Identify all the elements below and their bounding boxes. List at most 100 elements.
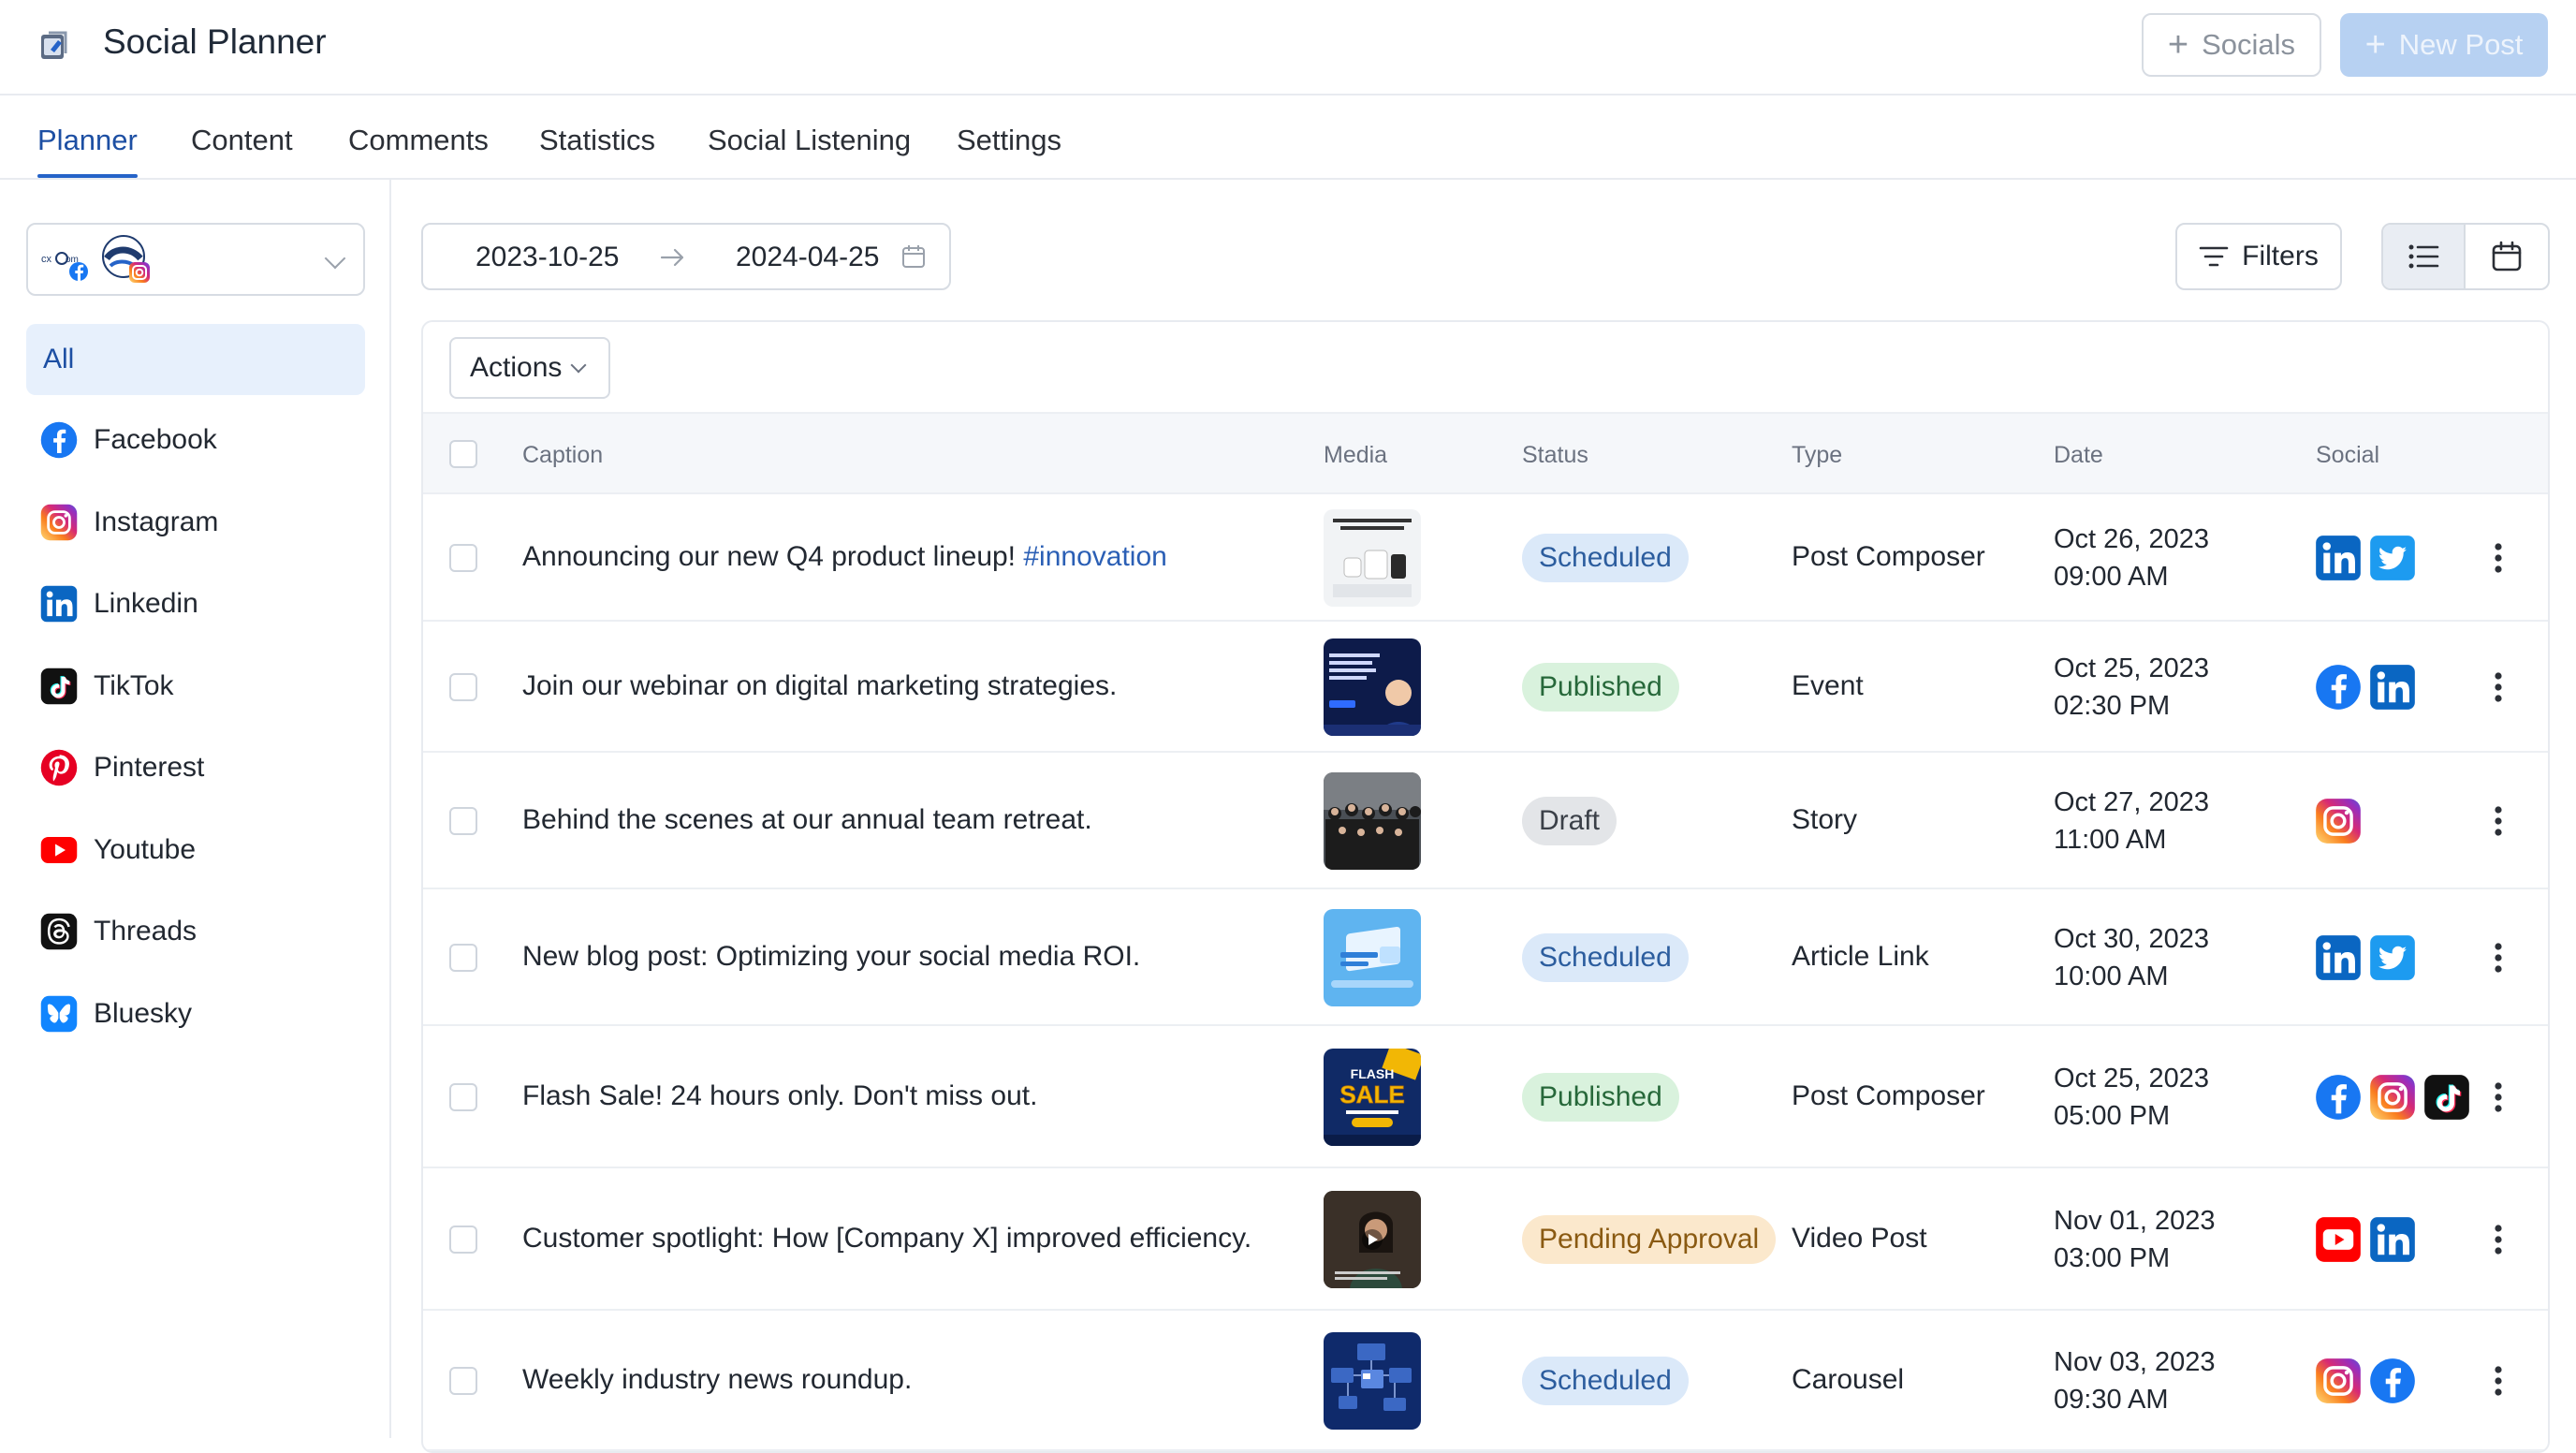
status-badge: Scheduled xyxy=(1522,1357,1689,1405)
linkedin-icon[interactable] xyxy=(2368,663,2417,712)
sidebar: cx om All Facebook Instagram Linkedin Ti… xyxy=(0,180,391,1438)
post-date-time: 02:30 PM xyxy=(2054,691,2171,721)
media-thumbnail-image xyxy=(1324,509,1421,607)
twitter-icon[interactable] xyxy=(2368,933,2417,982)
table-row[interactable]: Customer spotlight: How [Company X] impr… xyxy=(423,1168,2548,1311)
more-options-icon[interactable] xyxy=(2494,805,2503,837)
status-badge: Draft xyxy=(1522,797,1617,845)
tab-settings[interactable]: Settings xyxy=(957,124,1061,178)
column-header-type[interactable]: Type xyxy=(1792,442,1842,469)
youtube-icon[interactable] xyxy=(2314,1215,2363,1264)
social-channel-icons xyxy=(2314,663,2417,712)
sidebar-item-youtube[interactable]: Youtube xyxy=(26,815,365,886)
media-thumbnail[interactable] xyxy=(1324,772,1421,870)
select-all-checkbox[interactable] xyxy=(449,440,477,468)
linkedin-icon[interactable] xyxy=(2314,933,2363,982)
row-checkbox[interactable] xyxy=(449,1367,477,1395)
post-caption[interactable]: Customer spotlight: How [Company X] impr… xyxy=(522,1223,1251,1255)
more-options-icon[interactable] xyxy=(2494,542,2503,574)
row-checkbox[interactable] xyxy=(449,1226,477,1254)
table-row[interactable]: Flash Sale! 24 hours only. Don't miss ou… xyxy=(423,1026,2548,1168)
add-socials-button[interactable]: + Socials xyxy=(2142,13,2321,77)
row-checkbox[interactable] xyxy=(449,673,477,701)
media-thumbnail[interactable] xyxy=(1324,509,1421,607)
app-title: Social Planner xyxy=(103,22,327,61)
post-caption[interactable]: Flash Sale! 24 hours only. Don't miss ou… xyxy=(522,1080,1037,1112)
column-header-date[interactable]: Date xyxy=(2054,442,2103,469)
account-selector-dropdown[interactable]: cx om xyxy=(26,223,365,296)
post-date: Oct 25, 2023 02:30 PM xyxy=(2054,650,2209,725)
tab-statistics[interactable]: Statistics xyxy=(539,124,655,178)
more-options-icon[interactable] xyxy=(2494,1081,2503,1113)
plus-icon: + xyxy=(2167,25,2189,65)
sidebar-item-instagram[interactable]: Instagram xyxy=(26,487,365,558)
actions-dropdown-button[interactable]: Actions xyxy=(449,337,610,399)
table-row[interactable]: New blog post: Optimizing your social me… xyxy=(423,889,2548,1026)
instagram-icon[interactable] xyxy=(2314,797,2363,845)
calendar-view-button[interactable] xyxy=(2466,225,2548,288)
more-options-icon[interactable] xyxy=(2494,942,2503,974)
row-checkbox[interactable] xyxy=(449,944,477,972)
more-options-icon[interactable] xyxy=(2494,1365,2503,1397)
post-caption[interactable]: Weekly industry news roundup. xyxy=(522,1364,912,1396)
posts-table-card: Actions Caption Media Status Type Date S… xyxy=(421,320,2550,1453)
list-view-button[interactable] xyxy=(2383,225,2466,288)
post-caption[interactable]: Join our webinar on digital marketing st… xyxy=(522,670,1117,702)
tab-content[interactable]: Content xyxy=(191,124,293,178)
table-row[interactable]: Announcing our new Q4 product lineup! #i… xyxy=(423,494,2548,622)
more-options-icon[interactable] xyxy=(2494,671,2503,703)
sidebar-item-tiktok[interactable]: TikTok xyxy=(26,651,365,722)
sidebar-item-facebook[interactable]: Facebook xyxy=(26,404,365,476)
facebook-icon[interactable] xyxy=(2314,663,2363,712)
row-checkbox[interactable] xyxy=(449,807,477,835)
date-start-value[interactable]: 2023-10-25 xyxy=(476,242,619,273)
calendar-icon xyxy=(902,245,925,268)
caption-hashtag[interactable]: #innovation xyxy=(1023,541,1166,572)
tiktok-icon[interactable] xyxy=(2422,1073,2471,1122)
post-date-day: Oct 26, 2023 xyxy=(2054,524,2210,554)
linkedin-icon[interactable] xyxy=(2314,534,2363,582)
tab-social-listening[interactable]: Social Listening xyxy=(708,124,911,178)
instagram-icon[interactable] xyxy=(2314,1357,2363,1405)
media-thumbnail[interactable] xyxy=(1324,638,1421,736)
filters-button[interactable]: Filters xyxy=(2175,223,2342,290)
row-checkbox[interactable] xyxy=(449,1083,477,1111)
column-header-social[interactable]: Social xyxy=(2316,442,2379,469)
column-header-caption[interactable]: Caption xyxy=(522,442,603,469)
column-header-status[interactable]: Status xyxy=(1522,442,1588,469)
linkedin-icon[interactable] xyxy=(2368,1215,2417,1264)
post-caption[interactable]: Announcing our new Q4 product lineup! #i… xyxy=(522,541,1167,573)
media-thumbnail[interactable]: FLASH SALE xyxy=(1324,1049,1421,1146)
date-end-value[interactable]: 2024-04-25 xyxy=(736,242,879,273)
twitter-icon[interactable] xyxy=(2368,534,2417,582)
filters-label: Filters xyxy=(2242,241,2319,272)
facebook-icon[interactable] xyxy=(2368,1357,2417,1405)
post-date-time: 09:00 AM xyxy=(2054,562,2169,592)
tab-planner[interactable]: Planner xyxy=(37,124,138,178)
instagram-icon[interactable] xyxy=(2368,1073,2417,1122)
tab-comments[interactable]: Comments xyxy=(348,124,489,178)
table-row[interactable]: Behind the scenes at our annual team ret… xyxy=(423,753,2548,889)
media-thumbnail[interactable] xyxy=(1324,1191,1421,1288)
more-options-icon[interactable] xyxy=(2494,1224,2503,1255)
media-thumbnail[interactable] xyxy=(1324,1332,1421,1430)
sidebar-item-all[interactable]: All xyxy=(26,324,365,395)
post-date-day: Oct 27, 2023 xyxy=(2054,787,2210,817)
post-caption[interactable]: New blog post: Optimizing your social me… xyxy=(522,941,1140,973)
sidebar-item-linkedin[interactable]: Linkedin xyxy=(26,568,365,639)
date-range-picker[interactable]: 2023-10-25 2024-04-25 xyxy=(421,223,951,290)
sidebar-item-threads[interactable]: Threads xyxy=(26,896,365,967)
table-row[interactable]: Weekly industry news roundup. Scheduled … xyxy=(423,1311,2548,1451)
post-date-day: Oct 25, 2023 xyxy=(2054,1064,2210,1093)
app-header: Social Planner + Socials + New Post xyxy=(0,0,2576,95)
media-thumbnail[interactable] xyxy=(1324,909,1421,1006)
sidebar-item-pinterest[interactable]: Pinterest xyxy=(26,732,365,803)
facebook-icon[interactable] xyxy=(2314,1073,2363,1122)
row-checkbox[interactable] xyxy=(449,544,477,572)
post-date-time: 09:30 AM xyxy=(2054,1385,2169,1415)
column-header-media[interactable]: Media xyxy=(1324,442,1387,469)
post-caption[interactable]: Behind the scenes at our annual team ret… xyxy=(522,804,1092,836)
sidebar-item-bluesky[interactable]: Bluesky xyxy=(26,978,365,1049)
new-post-button[interactable]: + New Post xyxy=(2340,13,2548,77)
table-row[interactable]: Join our webinar on digital marketing st… xyxy=(423,622,2548,753)
